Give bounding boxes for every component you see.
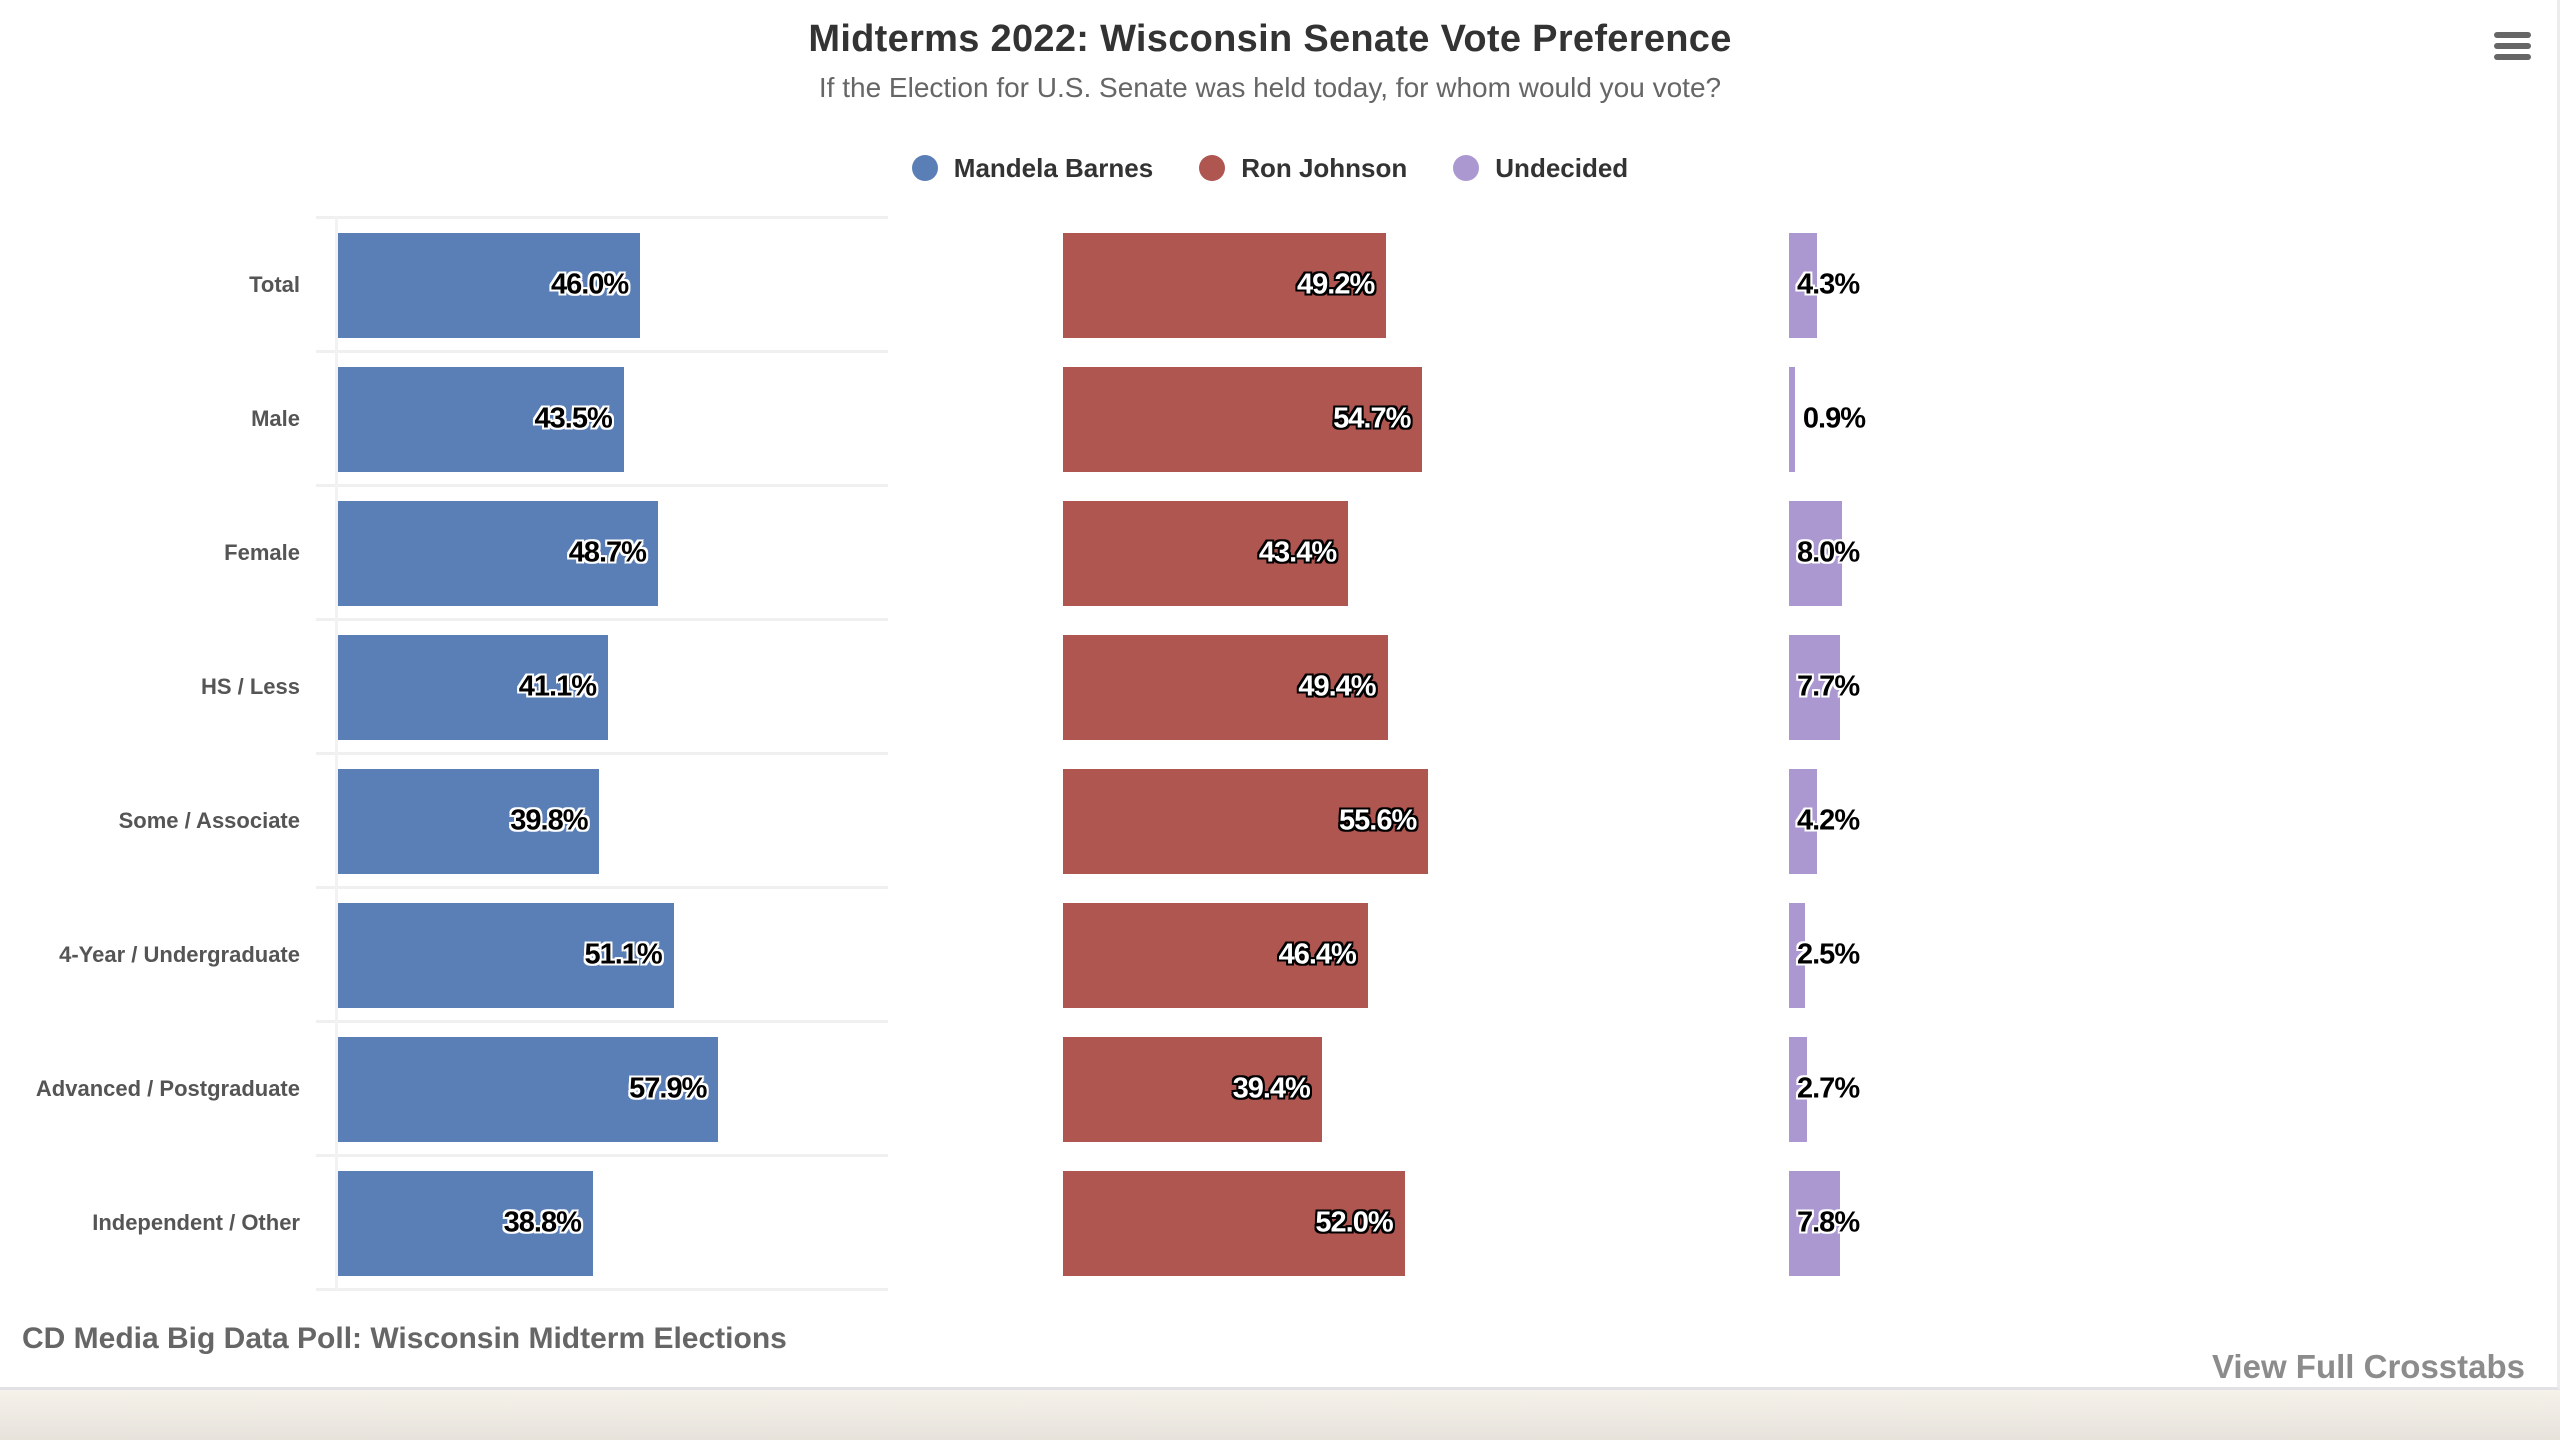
data-label: 7.8% (1797, 1206, 1860, 1239)
category-label: Male (251, 406, 300, 431)
legend-dot-icon (1199, 155, 1226, 181)
page-background (0, 1390, 2560, 1440)
category-label: Total (249, 272, 300, 297)
chart-subtitle: If the Election for U.S. Senate was held… (818, 72, 1722, 103)
gridline (316, 216, 888, 219)
data-label: 4.2% (1797, 804, 1860, 837)
gridline (316, 1288, 888, 1291)
data-label: 54.7% (1333, 402, 1411, 435)
bar-purple[interactable] (1789, 366, 1795, 472)
data-label: 4.3% (1797, 268, 1860, 301)
legend-label: Mandela Barnes (953, 152, 1154, 183)
data-label: 38.8% (503, 1206, 582, 1239)
gridline (316, 886, 888, 889)
category-label: 4-Year / Undergraduate (59, 942, 300, 967)
legend-label: Ron Johnson (1241, 152, 1408, 183)
data-label: 8.0% (1797, 536, 1860, 569)
category-label: HS / Less (200, 674, 300, 699)
chart-container: Midterms 2022: Wisconsin Senate Vote Pre… (0, 0, 2560, 1390)
data-label: 39.8% (510, 804, 588, 837)
data-label: 46.0% (550, 268, 629, 301)
data-label: 2.5% (1797, 938, 1860, 971)
chart-credits: CD Media Big Data Poll: Wisconsin Midter… (22, 1322, 787, 1355)
legend-dot-icon (1453, 155, 1480, 181)
data-label: 49.4% (1298, 670, 1376, 703)
legend-item-undecided[interactable]: Undecided (1453, 153, 1628, 184)
legend-label: Undecided (1495, 152, 1629, 183)
data-label: 39.4% (1232, 1072, 1311, 1105)
gridline (316, 1154, 888, 1157)
gridline (316, 618, 888, 621)
gridline (316, 350, 888, 353)
legend: Mandela Barnes Ron Johnson Undecided (0, 148, 2540, 188)
gridline (316, 752, 888, 755)
data-label: 43.4% (1258, 536, 1337, 569)
chart-title: Midterms 2022: Wisconsin Senate Vote Pre… (808, 18, 1732, 60)
data-label: 52.0% (1315, 1206, 1393, 1239)
gridline (316, 484, 888, 487)
category-label: Independent / Other (92, 1210, 300, 1235)
gridline (316, 1020, 888, 1023)
data-label: 51.1% (584, 938, 662, 971)
menu-line (2494, 32, 2531, 38)
menu-line (2494, 54, 2531, 60)
data-label: 7.7% (1797, 670, 1860, 703)
data-label: 0.9% (1802, 402, 1866, 435)
category-label: Advanced / Postgraduate (35, 1076, 300, 1101)
data-label: 48.7% (568, 536, 647, 569)
legend-item-johnson[interactable]: Ron Johnson (1199, 153, 1407, 184)
data-label: 41.1% (518, 670, 597, 703)
hamburger-menu-icon[interactable] (2490, 28, 2534, 64)
data-label: 2.7% (1797, 1072, 1860, 1105)
data-label: 43.5% (534, 402, 613, 435)
category-label: Female (224, 540, 300, 565)
legend-item-barnes[interactable]: Mandela Barnes (911, 152, 1154, 184)
data-label: 55.6% (1339, 804, 1417, 837)
legend-dot-icon (911, 155, 938, 181)
data-label: 49.2% (1297, 268, 1375, 301)
data-label: 46.4% (1278, 938, 1357, 971)
view-full-crosstabs-link[interactable]: View Full Crosstabs (2212, 1348, 2525, 1386)
category-label: Some / Associate (118, 808, 300, 833)
data-label: 57.9% (629, 1072, 707, 1105)
menu-line (2494, 43, 2531, 49)
